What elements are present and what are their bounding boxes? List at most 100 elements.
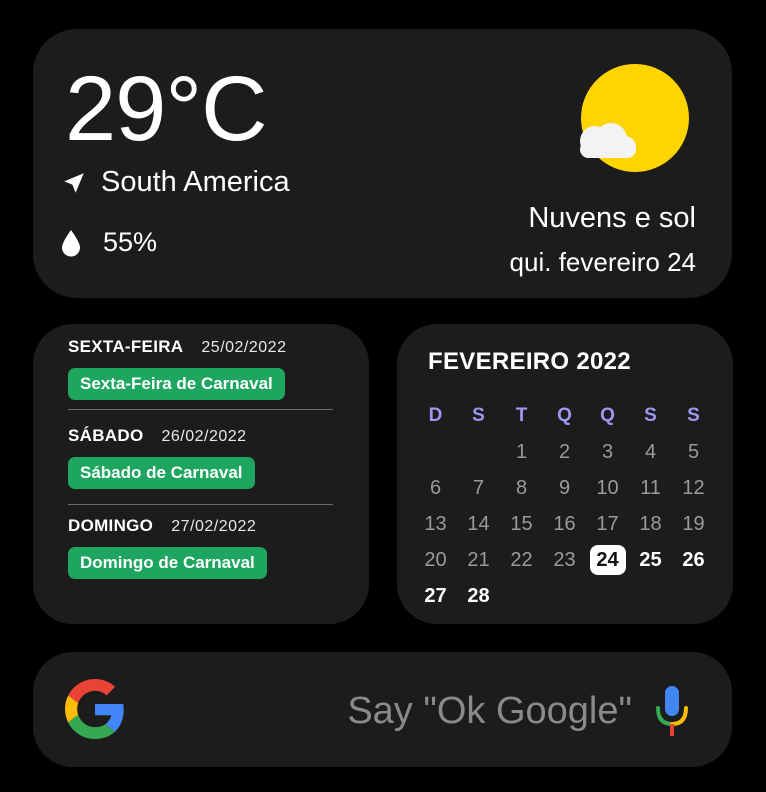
calendar-day-label: 26 bbox=[682, 548, 705, 571]
calendar-day[interactable]: 22 bbox=[500, 549, 543, 572]
calendar-day-label: 7 bbox=[472, 476, 485, 499]
calendar-day[interactable]: 3 bbox=[586, 441, 629, 464]
calendar-day-label: 9 bbox=[558, 476, 571, 499]
calendar-day[interactable]: 2 bbox=[543, 441, 586, 464]
calendar-day-label: 18 bbox=[639, 512, 662, 535]
location-arrow-icon bbox=[64, 172, 84, 193]
weekday-label: Q bbox=[600, 405, 615, 426]
calendar-day-label: 16 bbox=[553, 512, 576, 535]
divider bbox=[68, 504, 333, 505]
calendar-day[interactable]: 19 bbox=[672, 513, 715, 536]
calendar-day-label: 21 bbox=[467, 548, 490, 571]
event-date: 25/02/2022 bbox=[201, 339, 287, 356]
event-item[interactable]: SEXTA-FEIRA 25/02/2022 Sexta-Feira de Ca… bbox=[68, 337, 286, 400]
weekday-label: S bbox=[472, 405, 485, 426]
calendar-day[interactable]: 11 bbox=[629, 477, 672, 500]
calendar-day-label: 1 bbox=[515, 440, 528, 463]
calendar-day[interactable]: 7 bbox=[457, 477, 500, 500]
weekday-header-row: DSTQQSS bbox=[414, 398, 715, 434]
weekday-label: T bbox=[515, 405, 528, 426]
calendar-day-label: 4 bbox=[644, 440, 657, 463]
event-day: DOMINGO bbox=[68, 516, 154, 535]
weekday-label: Q bbox=[557, 405, 572, 426]
calendar-day-label: 28 bbox=[467, 584, 490, 607]
location-name: South America bbox=[101, 166, 290, 198]
calendar-grid: D S T Q Q S S 1 2 3 4 5 6 7 8 9 10 11 12 13 14 15 16 17 18 19 20 21… bbox=[414, 398, 715, 614]
calendar-day-label: 20 bbox=[424, 548, 447, 571]
calendar-day[interactable]: 25 bbox=[629, 549, 672, 572]
calendar-day-today[interactable]: 24 bbox=[586, 545, 629, 575]
calendar-day-label: 3 bbox=[601, 440, 614, 463]
calendar-day[interactable]: 26 bbox=[672, 549, 715, 572]
calendar-day-label: 27 bbox=[424, 584, 447, 607]
event-date: 27/02/2022 bbox=[171, 518, 257, 535]
calendar-day[interactable]: 18 bbox=[629, 513, 672, 536]
weekday-label: S bbox=[687, 405, 700, 426]
temperature: 29°C bbox=[65, 58, 268, 160]
calendar-day[interactable]: 12 bbox=[672, 477, 715, 500]
calendar-week-row: 6 7 8 9 10 11 12 bbox=[414, 470, 715, 506]
weather-date: qui. fevereiro 24 bbox=[509, 247, 696, 277]
event-title: Sexta-Feira de Carnaval bbox=[68, 368, 285, 400]
calendar-day[interactable]: 23 bbox=[543, 549, 586, 572]
calendar-day[interactable]: 4 bbox=[629, 441, 672, 464]
calendar-day[interactable]: 16 bbox=[543, 513, 586, 536]
calendar-day[interactable]: 6 bbox=[414, 477, 457, 500]
event-day: SEXTA-FEIRA bbox=[68, 337, 184, 356]
calendar-widget[interactable]: FEVEREIRO 2022 D S T Q Q S S 1 2 3 4 5 6 7 8 9 10 11 12 13 1… bbox=[397, 324, 733, 624]
calendar-day-label: 13 bbox=[424, 512, 447, 535]
google-logo-icon[interactable] bbox=[65, 679, 125, 739]
partly-sunny-icon bbox=[580, 64, 689, 172]
calendar-day-label: 17 bbox=[596, 512, 619, 535]
microphone-icon[interactable] bbox=[654, 684, 690, 738]
calendar-day[interactable]: 1 bbox=[500, 441, 543, 464]
calendar-day-label: 11 bbox=[640, 476, 661, 499]
events-widget[interactable]: SEXTA-FEIRA 25/02/2022 Sexta-Feira de Ca… bbox=[33, 324, 369, 624]
calendar-day[interactable]: 13 bbox=[414, 513, 457, 536]
event-date: 26/02/2022 bbox=[161, 428, 247, 445]
event-item[interactable]: DOMINGO 27/02/2022 Domingo de Carnaval bbox=[68, 516, 267, 579]
calendar-day-label: 14 bbox=[467, 512, 490, 535]
weather-widget[interactable]: 29°C South America 55% Nuvens e sol qui.… bbox=[33, 29, 732, 298]
calendar-week-row: 1 2 3 4 5 bbox=[414, 434, 715, 470]
event-title: Sábado de Carnaval bbox=[68, 457, 255, 489]
calendar-day[interactable]: 14 bbox=[457, 513, 500, 536]
calendar-day-label: 5 bbox=[687, 440, 700, 463]
calendar-day[interactable]: 20 bbox=[414, 549, 457, 572]
calendar-day-label: 25 bbox=[639, 548, 662, 571]
calendar-day[interactable]: 9 bbox=[543, 477, 586, 500]
location-row: South America bbox=[61, 166, 290, 199]
calendar-day[interactable]: 10 bbox=[586, 477, 629, 500]
calendar-day-label: 19 bbox=[682, 512, 705, 535]
calendar-week-row: 27 28 bbox=[414, 578, 715, 614]
calendar-day[interactable]: 15 bbox=[500, 513, 543, 536]
calendar-day-label: 24 bbox=[589, 545, 626, 575]
calendar-day[interactable]: 8 bbox=[500, 477, 543, 500]
calendar-day-label: 10 bbox=[596, 476, 619, 499]
event-item[interactable]: SÁBADO 26/02/2022 Sábado de Carnaval bbox=[68, 426, 255, 489]
calendar-day[interactable]: 17 bbox=[586, 513, 629, 536]
calendar-day-label: 2 bbox=[558, 440, 571, 463]
calendar-day-label: 12 bbox=[682, 476, 705, 499]
calendar-day[interactable]: 5 bbox=[672, 441, 715, 464]
humidity-value: 55% bbox=[103, 227, 158, 257]
calendar-day-label: 15 bbox=[510, 512, 533, 535]
google-search-bar[interactable]: Say "Ok Google" bbox=[33, 652, 732, 767]
search-hint[interactable]: Say "Ok Google" bbox=[347, 690, 632, 733]
calendar-day[interactable]: 27 bbox=[414, 585, 457, 608]
calendar-day-label: 8 bbox=[515, 476, 528, 499]
droplet-icon bbox=[62, 229, 80, 256]
weather-condition: Nuvens e sol bbox=[528, 202, 696, 234]
calendar-week-row: 13 14 15 16 17 18 19 bbox=[414, 506, 715, 542]
divider bbox=[68, 409, 333, 410]
calendar-day[interactable]: 21 bbox=[457, 549, 500, 572]
calendar-day-label: 22 bbox=[510, 548, 533, 571]
calendar-month-title: FEVEREIRO 2022 bbox=[428, 348, 631, 375]
calendar-week-row: 20 21 22 23 24 25 26 bbox=[414, 542, 715, 578]
calendar-day-label: 23 bbox=[553, 548, 576, 571]
event-title: Domingo de Carnaval bbox=[68, 547, 267, 579]
humidity-row: 55% bbox=[61, 227, 157, 258]
weekday-label: D bbox=[428, 405, 443, 426]
calendar-day[interactable]: 28 bbox=[457, 585, 500, 608]
event-day: SÁBADO bbox=[68, 426, 144, 445]
